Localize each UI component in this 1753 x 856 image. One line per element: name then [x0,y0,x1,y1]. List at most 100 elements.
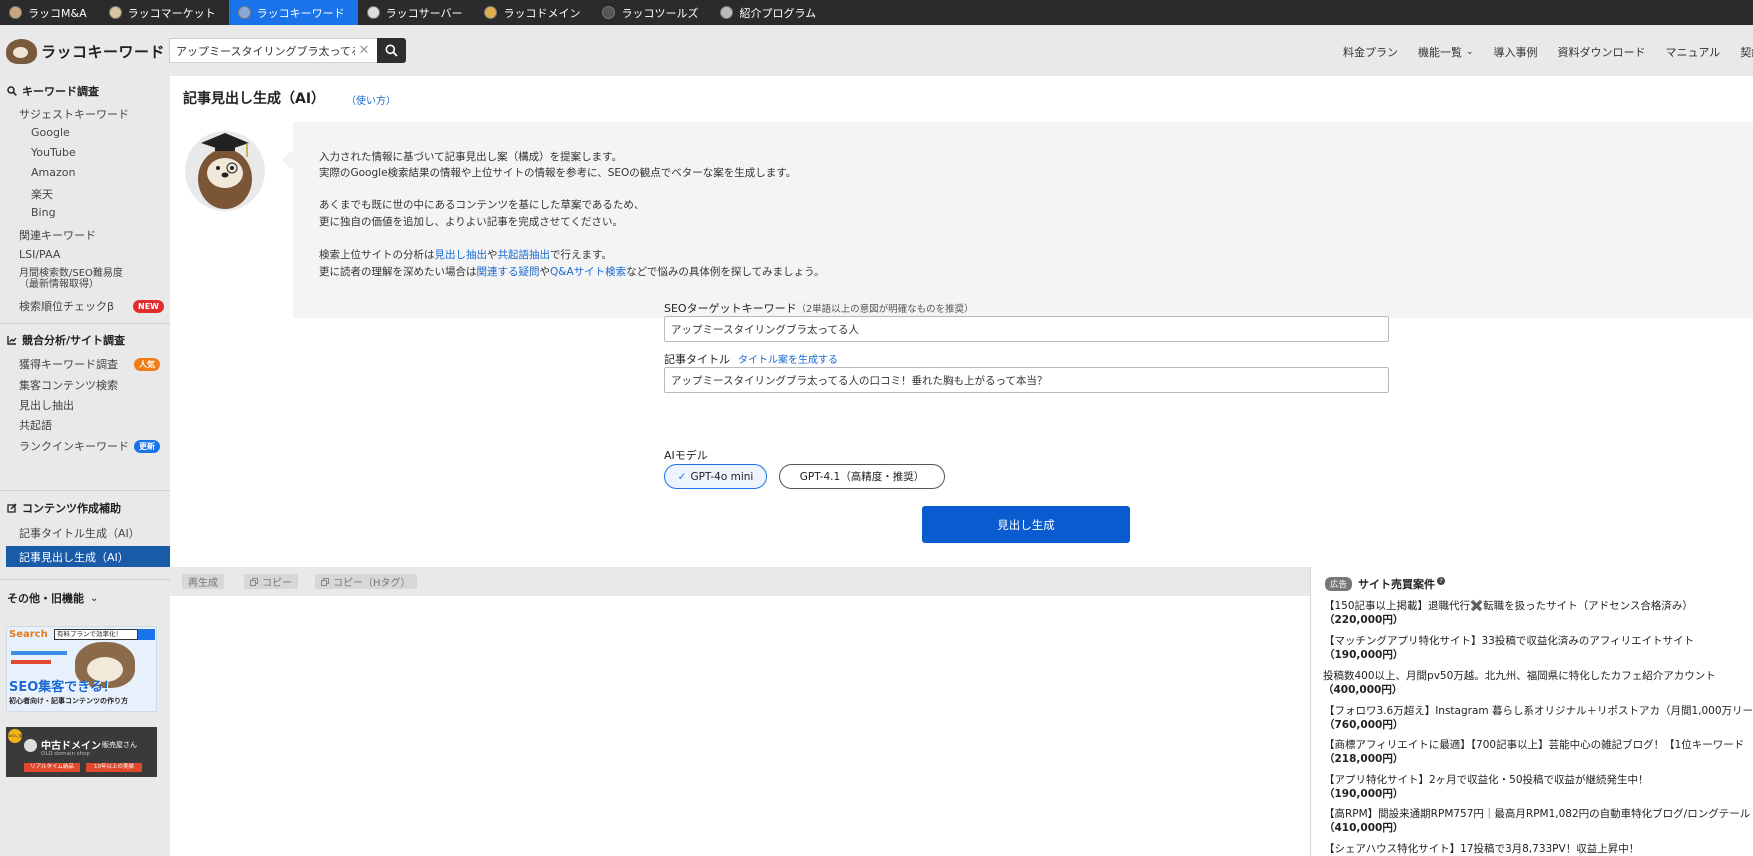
search-input[interactable] [170,40,355,61]
section-label: キーワード調査 [22,85,99,98]
tab-rakko-tools[interactable]: ラッコツールズ [593,0,711,25]
ad-listing[interactable]: 投稿数400以上、月間pv50万越。北九州、福岡県に特化したカフェ紹介アカウント… [1323,669,1753,697]
ad-listing[interactable]: 【アプリ特化サイト】2ヶ月で収益化・50投稿で収益が継続発生中！ （190,000… [1324,773,1753,801]
tab-rakko-keyword[interactable]: ラッコキーワード [228,0,358,25]
sidebar-item-lsi[interactable]: LSI/PAA [19,248,60,261]
domain-icon [484,6,498,19]
main-content: 記事見出し生成（AI） （使い方） 入力された情報に基づいて記事見出し案（構成）… [170,76,1753,567]
search-button[interactable] [377,38,406,63]
sidebar-item-rankin-keywords[interactable]: ランクインキーワード [19,438,129,454]
nav-pricing[interactable]: 料金プラン [1343,44,1398,60]
ad-listing[interactable]: 【マッチングアプリ特化サイト】33投稿で収益化済みのアフィリエイトサイト （190… [1324,634,1753,662]
info-text: 実際のGoogle検索結果の情報や上位サイトの情報を参考に、SEOの観点でベター… [319,167,797,179]
otter-logo-icon [6,38,37,64]
generate-headings-button[interactable]: 見出し生成 [922,506,1130,543]
sidebar: キーワード調査 サジェストキーワード Google YouTube Amazon… [0,76,170,856]
nav-manual[interactable]: マニュアル [1666,44,1721,60]
title-label: 記事タイトル タイトル案を生成する [664,351,838,367]
banner-bar [11,660,51,664]
ad-listing[interactable]: 【シェアハウス特化サイト】17投稿で3月8,733PV！収益上昇中！ [1324,842,1753,856]
section-competitor-analysis: 競合分析/サイト調査 [7,332,125,348]
nav-contract[interactable]: 契約管 [1740,44,1753,60]
tab-label: ラッコM&A [28,6,87,20]
nav-downloads[interactable]: 資料ダウンロード [1558,44,1646,60]
ads-header: 広告 サイト売買案件 ? [1325,576,1446,592]
banner-badge: SEOに強い [8,729,22,743]
nav-case-studies[interactable]: 導入事例 [1494,44,1538,60]
copy-icon [250,577,258,586]
tab-rakko-ma[interactable]: ラッコM&A [0,0,100,25]
tab-label: ラッコキーワード [256,6,345,20]
otter-icon [9,6,22,19]
ad-listing[interactable]: 【高RPM】間設来通期RPM757円｜最高月RPM1,082円の自動車特化ブログ… [1324,807,1753,835]
info-text-part: などで悩みの具体例を探してみましょう。 [626,266,825,278]
divider [0,579,170,580]
sidebar-item-attract-content[interactable]: 集客コンテンツ検索 [19,377,118,393]
divider [0,323,170,324]
ads-title: サイト売買案件 [1358,578,1436,591]
updated-badge: 更新 [134,440,160,453]
usage-link[interactable]: （使い方） [346,92,396,107]
cooccurrence-link[interactable]: 共起語抽出 [498,249,551,261]
qa-search-link[interactable]: Q&Aサイト検索 [550,266,626,278]
ad-listing[interactable]: 【商標アフィリエイトに最適】【700記事以上】芸能中心の雑記ブログ！【1位キーワ… [1324,738,1753,766]
sidebar-item-monthly-volume[interactable]: 月間検索数/SEO難易度 （最新情報取得） [19,268,123,290]
help-icon[interactable]: ? [1437,576,1446,585]
tab-label: ラッコドメイン [503,6,581,20]
model-option-gpt-4o-mini[interactable]: ✓ GPT-4o mini [664,464,767,489]
article-title-input[interactable] [664,367,1389,393]
tab-rakko-market[interactable]: ラッコマーケット [100,0,229,25]
sidebar-item-rakuten[interactable]: 楽天 [31,186,53,202]
nav-features[interactable]: 機能一覧 ⌄ [1418,44,1474,60]
referral-icon [720,6,734,19]
ad-listing-price: （400,000円） [1323,684,1403,696]
sidebar-item-rank-check[interactable]: 検索順位チェックβ [19,298,114,314]
sidebar-item-related[interactable]: 関連キーワード [19,227,96,243]
ad-listing-price: （760,000円） [1324,719,1404,731]
related-questions-link[interactable]: 関連する疑問 [477,266,540,278]
banner-search-box: 有料プランで効率化！ [54,629,138,640]
site-logo[interactable]: ラッコキーワード [6,38,165,64]
sidebar-item-cooccurrence[interactable]: 共起語 [19,417,52,433]
ad-listing-price: （190,000円） [1324,649,1404,661]
info-text: 更に独自の価値を追加し、よりよい記事を完成させてください。 [319,216,623,228]
section-content-assist: コンテンツ作成補助 [7,500,121,516]
sidebar-item-acquired-keywords[interactable]: 獲得キーワード調査 [19,356,118,372]
copy-button[interactable]: コピー [244,574,298,589]
clear-icon[interactable]: ✕ [355,43,373,58]
logo-text: ラッコキーワード [41,42,166,61]
sidebar-item-amazon[interactable]: Amazon [31,166,75,179]
generate-title-link[interactable]: タイトル案を生成する [738,355,838,366]
output-area [170,596,1310,856]
banner-tag: リアルタイム納品 [24,763,80,772]
ad-listing[interactable]: 【フォロワ3.6万超え】Instagram 暮らし系オリジナル＋リポストアカ（月… [1324,704,1753,732]
seo-banner[interactable]: Search 有料プランで効率化！ SEO集客できる！ 初心者向け・記事コンテン… [6,626,157,712]
copy-htag-button[interactable]: コピー（Hタグ） [315,574,417,589]
old-domain-banner[interactable]: SEOに強い 中古ドメイン 販売屋さん OLD domain shop リアルタ… [6,727,157,777]
banner-title: 中古ドメイン [41,741,101,752]
sidebar-item-suggest[interactable]: サジェストキーワード [19,106,129,122]
ad-listing-price: （190,000円） [1324,788,1404,800]
tab-label: ラッコサーバー [385,6,463,20]
heading-extract-link[interactable]: 見出し抽出 [435,249,488,261]
regenerate-button[interactable]: 再生成 [182,574,224,589]
tab-rakko-domain[interactable]: ラッコドメイン [475,0,593,25]
ad-listing-price: （410,000円） [1324,822,1404,834]
tab-rakko-server[interactable]: ラッコサーバー [358,0,476,25]
sidebar-item-bing[interactable]: Bing [31,206,56,219]
tab-referral-program[interactable]: 紹介プログラム [711,0,829,25]
sidebar-item-heading-extract[interactable]: 見出し抽出 [19,397,74,413]
sidebar-item-heading-gen[interactable]: 記事見出し生成（AI） [6,546,170,567]
seo-keyword-input[interactable] [664,316,1389,342]
title-label-text: 記事タイトル [664,353,730,366]
monthly-line1: 月間検索数/SEO難易度 [19,268,123,279]
sidebar-item-google[interactable]: Google [31,126,70,139]
info-text-part: で行えます。 [550,249,612,261]
sidebar-item-youtube[interactable]: YouTube [31,146,76,159]
chevron-down-icon: ⌄ [90,592,99,604]
sidebar-item-title-gen[interactable]: 記事タイトル生成（AI） [19,525,140,541]
ad-badge: 広告 [1325,577,1353,591]
ad-listing[interactable]: 【150記事以上掲載】退職代行✖️転職を扱ったサイト（アドセンス合格済み） （22… [1324,599,1753,627]
sidebar-item-others[interactable]: その他・旧機能 ⌄ [7,590,98,606]
model-option-gpt-4-1[interactable]: GPT-4.1（高精度・推奨） [779,464,945,489]
